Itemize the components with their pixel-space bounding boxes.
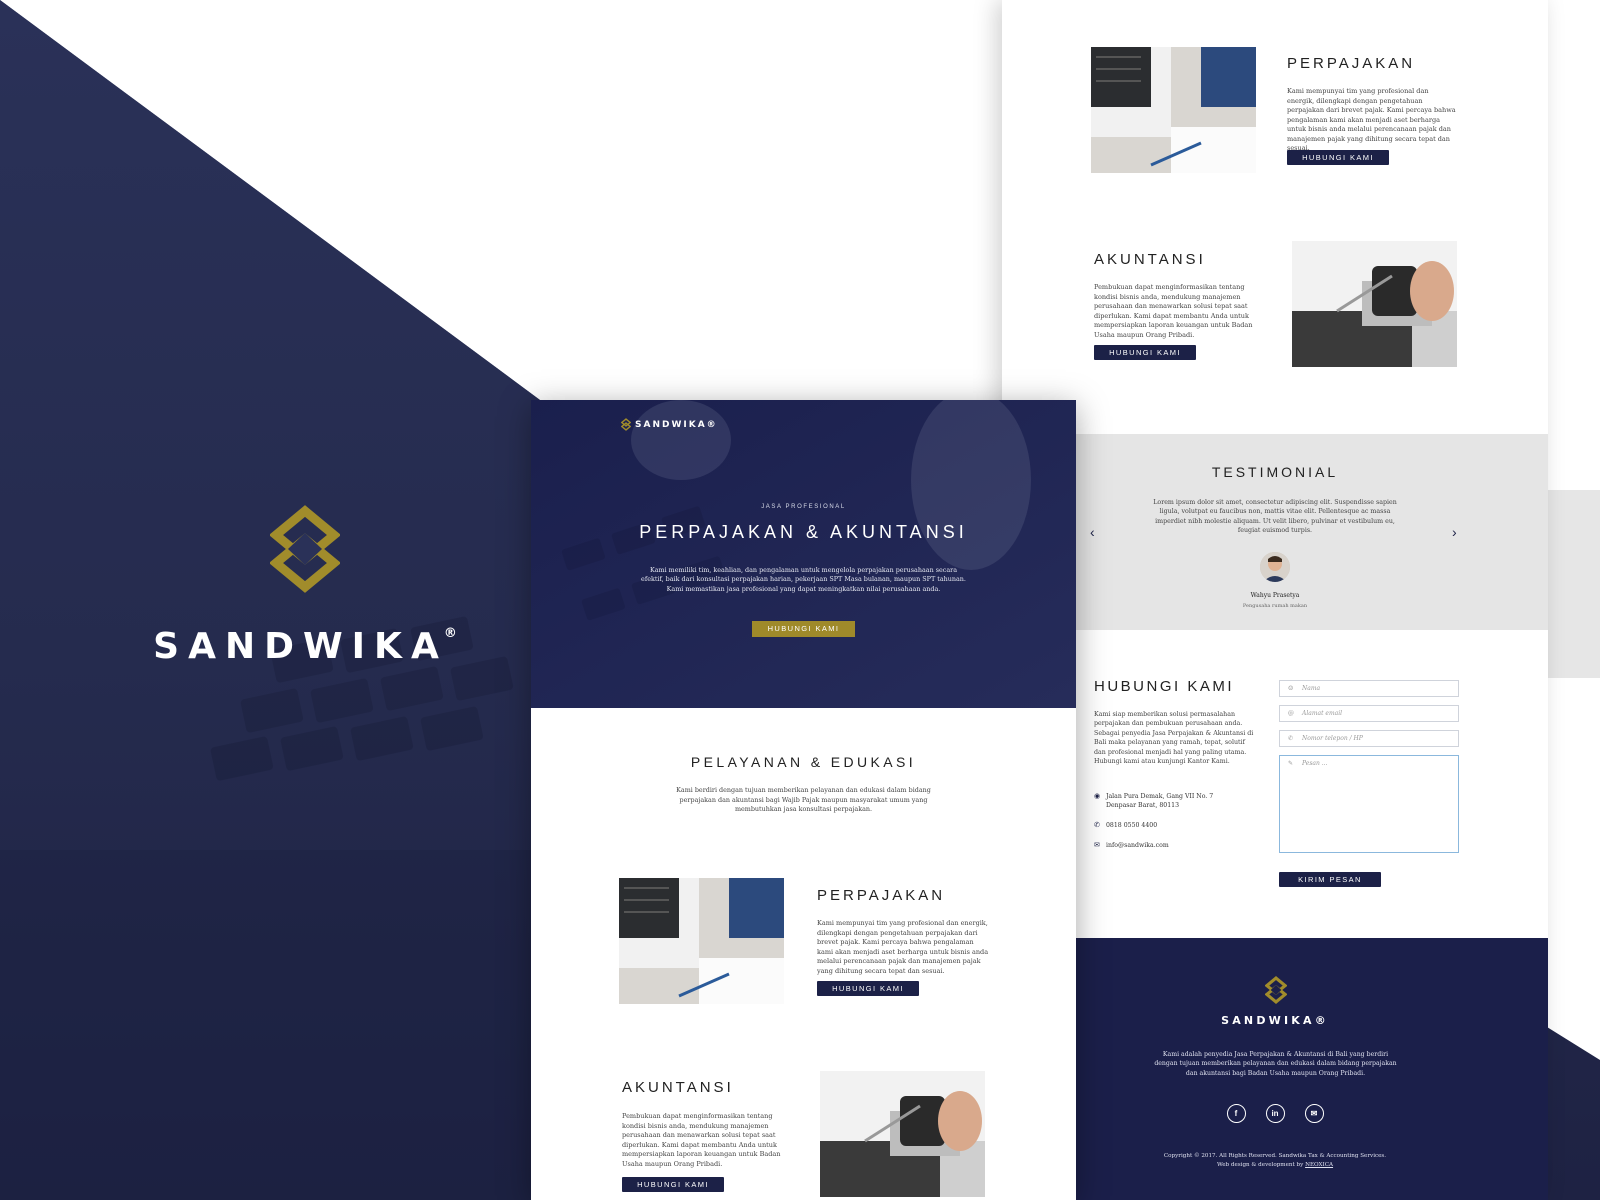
next-arrow-icon[interactable]: › bbox=[1452, 524, 1457, 540]
page-preview-right: PERPAJAKAN Kami mempunyai tim yang profe… bbox=[1002, 0, 1548, 1200]
front-service-text-perpajakan: Kami mempunyai tim yang profesional dan … bbox=[817, 919, 989, 975]
services-text: Kami berdiri dengan tujuan memberikan pe… bbox=[676, 786, 931, 813]
tablet-image-front bbox=[820, 1071, 985, 1197]
message-field[interactable]: ✎ Pesan ... bbox=[1279, 755, 1459, 853]
contact-address: ◉ Jalan Pura Demak, Gang VII No. 7 Denpas… bbox=[1094, 792, 1213, 810]
email-address[interactable]: info@sandwika.com bbox=[1106, 842, 1169, 849]
prev-arrow-icon[interactable]: ‹ bbox=[1090, 524, 1095, 540]
hero-title: PERPAJAKAN & AKUNTANSI bbox=[639, 522, 968, 542]
linkedin-icon[interactable]: in bbox=[1265, 1104, 1285, 1123]
copyright: Copyright © 2017. All Rights Reserved. S… bbox=[1002, 1152, 1548, 1170]
phone-icon: ✆ bbox=[1094, 821, 1100, 829]
testimonial-role: Pengusaha rumah makan bbox=[1242, 603, 1308, 609]
hero-logo-text: SANDWIKA® bbox=[635, 420, 718, 430]
credit-prefix: Web design & development by bbox=[1216, 1162, 1304, 1168]
contact-phone: ✆ 0818 0550 4400 bbox=[1094, 821, 1157, 830]
testimonial-title: TESTIMONIAL bbox=[1211, 464, 1339, 480]
phone-field[interactable]: ✆ Nomor telepon / HP bbox=[1279, 730, 1459, 747]
address-line2: Denpasar Barat, 80113 bbox=[1106, 802, 1180, 809]
credit-link[interactable]: NEOXICA bbox=[1305, 1162, 1333, 1168]
hero-cta-button[interactable]: HUBUNGI KAMI bbox=[752, 621, 855, 637]
hero-subtitle: Kami memiliki tim, keahlian, dan pengala… bbox=[641, 566, 966, 593]
laptop-image bbox=[1091, 47, 1256, 173]
service-title-akuntansi: AKUNTANSI bbox=[1094, 251, 1206, 268]
social-links: f in ✉ bbox=[1002, 1103, 1548, 1123]
message-placeholder: Pesan ... bbox=[1302, 760, 1328, 767]
user-icon: ☺ bbox=[1288, 685, 1294, 692]
address-line1: Jalan Pura Demak, Gang VII No. 7 bbox=[1106, 793, 1214, 800]
phone-number[interactable]: 0818 0550 4400 bbox=[1106, 822, 1157, 829]
hero-logo[interactable]: SANDWIKA® bbox=[620, 418, 718, 431]
sandwika-logo-icon bbox=[268, 505, 342, 593]
brand-name: SANDWIKA bbox=[153, 626, 448, 667]
front-service-text-akuntansi: Pembukuan dapat menginformasikan tentang… bbox=[622, 1112, 781, 1168]
at-icon: @ bbox=[1288, 710, 1294, 717]
testimonial-name: Wahyu Prasetya bbox=[1250, 592, 1300, 599]
page-preview-front: SANDWIKA® JASA PROFESIONAL PERPAJAKAN & … bbox=[531, 400, 1076, 1200]
footer-brand: SANDWIKA® bbox=[1221, 1014, 1329, 1027]
hero-section: SANDWIKA® JASA PROFESIONAL PERPAJAKAN & … bbox=[531, 400, 1076, 708]
brand-logo-large: SANDWIKA® bbox=[150, 505, 460, 667]
phone-field-icon: ✆ bbox=[1288, 735, 1294, 742]
facebook-icon[interactable]: f bbox=[1226, 1104, 1246, 1123]
front-service-title-akuntansi: AKUNTANSI bbox=[622, 1079, 734, 1096]
hero-background bbox=[531, 400, 1076, 708]
mail-icon[interactable]: ✉ bbox=[1304, 1104, 1324, 1123]
testimonial-section: TESTIMONIAL Lorem ipsum dolor sit amet, … bbox=[1002, 434, 1548, 630]
contact-button-perpajakan[interactable]: HUBUNGI KAMI bbox=[1287, 150, 1389, 165]
front-contact-button-akuntansi[interactable]: HUBUNGI KAMI bbox=[622, 1177, 724, 1192]
hero-kicker: JASA PROFESIONAL bbox=[761, 504, 846, 510]
service-text-perpajakan: Kami mempunyai tim yang profesional dan … bbox=[1287, 87, 1456, 152]
testimonial-text: Lorem ipsum dolor sit amet, consectetur … bbox=[1153, 499, 1397, 534]
contact-title: HUBUNGI KAMI bbox=[1094, 678, 1235, 695]
service-text-akuntansi: Pembukuan dapat menginformasikan tentang… bbox=[1094, 283, 1253, 339]
service-title-perpajakan: PERPAJAKAN bbox=[1287, 55, 1416, 72]
avatar bbox=[1260, 552, 1290, 582]
footer: SANDWIKA® Kami adalah penyedia Jasa Perp… bbox=[1002, 938, 1548, 1200]
footer-text: Kami adalah penyedia Jasa Perpajakan & A… bbox=[1154, 1051, 1397, 1077]
name-placeholder: Nama bbox=[1302, 685, 1321, 692]
mail-icon: ✉ bbox=[1094, 841, 1100, 849]
send-message-button[interactable]: KIRIM PESAN bbox=[1279, 872, 1381, 887]
phone-placeholder: Nomor telepon / HP bbox=[1302, 735, 1363, 742]
copyright-text: Copyright © 2017. All Rights Reserved. S… bbox=[1163, 1153, 1387, 1159]
chat-icon: ✎ bbox=[1288, 760, 1294, 767]
name-field[interactable]: ☺ Nama bbox=[1279, 680, 1459, 697]
front-contact-button-perpajakan[interactable]: HUBUNGI KAMI bbox=[817, 981, 919, 996]
registered-mark: ® bbox=[443, 626, 457, 641]
tablet-image bbox=[1292, 241, 1457, 367]
contact-button-akuntansi[interactable]: HUBUNGI KAMI bbox=[1094, 345, 1196, 360]
hero-logo-icon bbox=[620, 418, 632, 431]
front-service-title-perpajakan: PERPAJAKAN bbox=[817, 887, 946, 904]
contact-text: Kami siap memberikan solusi permasalahan… bbox=[1094, 711, 1254, 766]
footer-logo-icon bbox=[1265, 976, 1287, 1004]
email-field[interactable]: @ Alamat email bbox=[1279, 705, 1459, 722]
services-title: PELAYANAN & EDUKASI bbox=[690, 754, 917, 770]
contact-section: HUBUNGI KAMI Kami siap memberikan solusi… bbox=[1002, 630, 1548, 938]
location-icon: ◉ bbox=[1094, 792, 1101, 800]
contact-email: ✉ info@sandwika.com bbox=[1094, 841, 1169, 850]
laptop-image-front bbox=[619, 878, 784, 1004]
email-placeholder: Alamat email bbox=[1302, 710, 1343, 717]
